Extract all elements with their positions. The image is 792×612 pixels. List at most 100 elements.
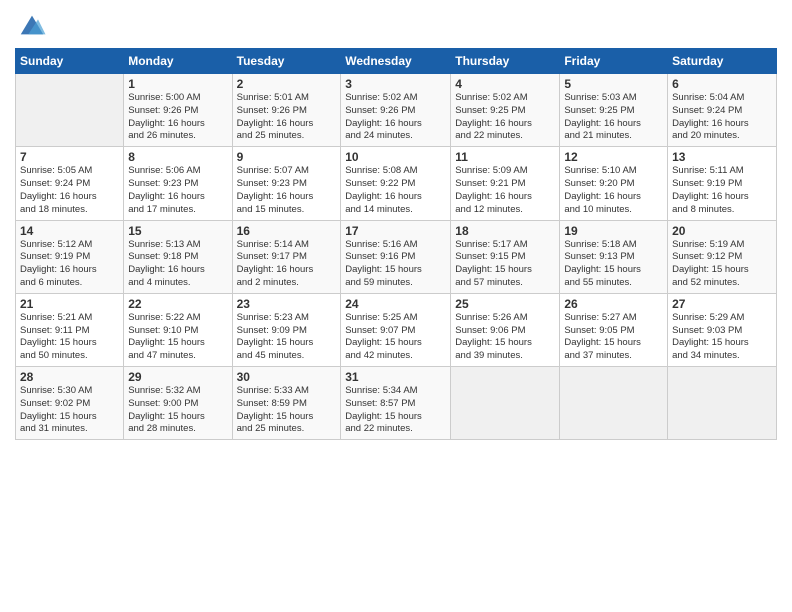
day-number: 6 — [672, 77, 772, 91]
day-info: Sunrise: 5:32 AM Sunset: 9:00 PM Dayligh… — [128, 385, 227, 436]
day-info: Sunrise: 5:01 AM Sunset: 9:26 PM Dayligh… — [237, 92, 337, 143]
calendar-cell: 24Sunrise: 5:25 AM Sunset: 9:07 PM Dayli… — [341, 293, 451, 366]
day-number: 2 — [237, 77, 337, 91]
day-number: 21 — [20, 297, 119, 311]
calendar-cell: 19Sunrise: 5:18 AM Sunset: 9:13 PM Dayli… — [560, 220, 668, 293]
calendar-cell: 5Sunrise: 5:03 AM Sunset: 9:25 PM Daylig… — [560, 74, 668, 147]
weekday-header-thursday: Thursday — [451, 49, 560, 74]
calendar-cell: 4Sunrise: 5:02 AM Sunset: 9:25 PM Daylig… — [451, 74, 560, 147]
calendar-cell: 16Sunrise: 5:14 AM Sunset: 9:17 PM Dayli… — [232, 220, 341, 293]
calendar-cell: 20Sunrise: 5:19 AM Sunset: 9:12 PM Dayli… — [668, 220, 777, 293]
calendar-cell: 10Sunrise: 5:08 AM Sunset: 9:22 PM Dayli… — [341, 147, 451, 220]
day-info: Sunrise: 5:23 AM Sunset: 9:09 PM Dayligh… — [237, 312, 337, 363]
calendar-cell: 14Sunrise: 5:12 AM Sunset: 9:19 PM Dayli… — [16, 220, 124, 293]
calendar-cell: 2Sunrise: 5:01 AM Sunset: 9:26 PM Daylig… — [232, 74, 341, 147]
day-info: Sunrise: 5:12 AM Sunset: 9:19 PM Dayligh… — [20, 239, 119, 290]
day-number: 18 — [455, 224, 555, 238]
calendar-cell: 21Sunrise: 5:21 AM Sunset: 9:11 PM Dayli… — [16, 293, 124, 366]
day-number: 25 — [455, 297, 555, 311]
calendar-table: SundayMondayTuesdayWednesdayThursdayFrid… — [15, 48, 777, 440]
day-number: 5 — [564, 77, 663, 91]
day-number: 30 — [237, 370, 337, 384]
day-info: Sunrise: 5:25 AM Sunset: 9:07 PM Dayligh… — [345, 312, 446, 363]
day-info: Sunrise: 5:14 AM Sunset: 9:17 PM Dayligh… — [237, 239, 337, 290]
calendar-cell: 12Sunrise: 5:10 AM Sunset: 9:20 PM Dayli… — [560, 147, 668, 220]
logo-icon — [17, 10, 47, 40]
calendar-week-1: 1Sunrise: 5:00 AM Sunset: 9:26 PM Daylig… — [16, 74, 777, 147]
weekday-header-sunday: Sunday — [16, 49, 124, 74]
day-info: Sunrise: 5:21 AM Sunset: 9:11 PM Dayligh… — [20, 312, 119, 363]
day-number: 7 — [20, 150, 119, 164]
day-number: 26 — [564, 297, 663, 311]
day-info: Sunrise: 5:33 AM Sunset: 8:59 PM Dayligh… — [237, 385, 337, 436]
calendar-cell: 7Sunrise: 5:05 AM Sunset: 9:24 PM Daylig… — [16, 147, 124, 220]
calendar-cell: 31Sunrise: 5:34 AM Sunset: 8:57 PM Dayli… — [341, 367, 451, 440]
day-info: Sunrise: 5:05 AM Sunset: 9:24 PM Dayligh… — [20, 165, 119, 216]
calendar-cell: 26Sunrise: 5:27 AM Sunset: 9:05 PM Dayli… — [560, 293, 668, 366]
calendar-cell: 30Sunrise: 5:33 AM Sunset: 8:59 PM Dayli… — [232, 367, 341, 440]
calendar-cell — [451, 367, 560, 440]
day-number: 3 — [345, 77, 446, 91]
day-info: Sunrise: 5:13 AM Sunset: 9:18 PM Dayligh… — [128, 239, 227, 290]
calendar-cell: 28Sunrise: 5:30 AM Sunset: 9:02 PM Dayli… — [16, 367, 124, 440]
calendar-cell: 3Sunrise: 5:02 AM Sunset: 9:26 PM Daylig… — [341, 74, 451, 147]
calendar-cell: 25Sunrise: 5:26 AM Sunset: 9:06 PM Dayli… — [451, 293, 560, 366]
day-number: 16 — [237, 224, 337, 238]
day-info: Sunrise: 5:34 AM Sunset: 8:57 PM Dayligh… — [345, 385, 446, 436]
day-number: 17 — [345, 224, 446, 238]
day-info: Sunrise: 5:09 AM Sunset: 9:21 PM Dayligh… — [455, 165, 555, 216]
calendar-week-5: 28Sunrise: 5:30 AM Sunset: 9:02 PM Dayli… — [16, 367, 777, 440]
day-number: 15 — [128, 224, 227, 238]
day-info: Sunrise: 5:08 AM Sunset: 9:22 PM Dayligh… — [345, 165, 446, 216]
day-number: 13 — [672, 150, 772, 164]
day-info: Sunrise: 5:29 AM Sunset: 9:03 PM Dayligh… — [672, 312, 772, 363]
day-number: 10 — [345, 150, 446, 164]
calendar-cell: 1Sunrise: 5:00 AM Sunset: 9:26 PM Daylig… — [124, 74, 232, 147]
day-number: 22 — [128, 297, 227, 311]
weekday-header-monday: Monday — [124, 49, 232, 74]
calendar-cell: 9Sunrise: 5:07 AM Sunset: 9:23 PM Daylig… — [232, 147, 341, 220]
weekday-header-tuesday: Tuesday — [232, 49, 341, 74]
day-info: Sunrise: 5:19 AM Sunset: 9:12 PM Dayligh… — [672, 239, 772, 290]
day-number: 29 — [128, 370, 227, 384]
calendar-cell: 11Sunrise: 5:09 AM Sunset: 9:21 PM Dayli… — [451, 147, 560, 220]
calendar-cell: 23Sunrise: 5:23 AM Sunset: 9:09 PM Dayli… — [232, 293, 341, 366]
day-info: Sunrise: 5:17 AM Sunset: 9:15 PM Dayligh… — [455, 239, 555, 290]
calendar-week-4: 21Sunrise: 5:21 AM Sunset: 9:11 PM Dayli… — [16, 293, 777, 366]
day-number: 23 — [237, 297, 337, 311]
calendar-cell: 15Sunrise: 5:13 AM Sunset: 9:18 PM Dayli… — [124, 220, 232, 293]
day-number: 28 — [20, 370, 119, 384]
day-info: Sunrise: 5:02 AM Sunset: 9:25 PM Dayligh… — [455, 92, 555, 143]
day-info: Sunrise: 5:10 AM Sunset: 9:20 PM Dayligh… — [564, 165, 663, 216]
calendar-week-2: 7Sunrise: 5:05 AM Sunset: 9:24 PM Daylig… — [16, 147, 777, 220]
day-info: Sunrise: 5:27 AM Sunset: 9:05 PM Dayligh… — [564, 312, 663, 363]
day-number: 14 — [20, 224, 119, 238]
calendar-cell — [668, 367, 777, 440]
day-number: 31 — [345, 370, 446, 384]
calendar-week-3: 14Sunrise: 5:12 AM Sunset: 9:19 PM Dayli… — [16, 220, 777, 293]
weekday-header-saturday: Saturday — [668, 49, 777, 74]
day-info: Sunrise: 5:07 AM Sunset: 9:23 PM Dayligh… — [237, 165, 337, 216]
day-info: Sunrise: 5:03 AM Sunset: 9:25 PM Dayligh… — [564, 92, 663, 143]
day-number: 27 — [672, 297, 772, 311]
day-number: 8 — [128, 150, 227, 164]
weekday-header-friday: Friday — [560, 49, 668, 74]
day-info: Sunrise: 5:30 AM Sunset: 9:02 PM Dayligh… — [20, 385, 119, 436]
weekday-row: SundayMondayTuesdayWednesdayThursdayFrid… — [16, 49, 777, 74]
day-info: Sunrise: 5:02 AM Sunset: 9:26 PM Dayligh… — [345, 92, 446, 143]
day-number: 20 — [672, 224, 772, 238]
calendar-cell: 27Sunrise: 5:29 AM Sunset: 9:03 PM Dayli… — [668, 293, 777, 366]
day-number: 9 — [237, 150, 337, 164]
calendar-cell: 8Sunrise: 5:06 AM Sunset: 9:23 PM Daylig… — [124, 147, 232, 220]
logo — [15, 10, 47, 40]
calendar-cell: 6Sunrise: 5:04 AM Sunset: 9:24 PM Daylig… — [668, 74, 777, 147]
calendar-cell: 17Sunrise: 5:16 AM Sunset: 9:16 PM Dayli… — [341, 220, 451, 293]
calendar-cell: 22Sunrise: 5:22 AM Sunset: 9:10 PM Dayli… — [124, 293, 232, 366]
day-info: Sunrise: 5:22 AM Sunset: 9:10 PM Dayligh… — [128, 312, 227, 363]
weekday-header-wednesday: Wednesday — [341, 49, 451, 74]
day-number: 11 — [455, 150, 555, 164]
header — [15, 10, 777, 40]
day-info: Sunrise: 5:18 AM Sunset: 9:13 PM Dayligh… — [564, 239, 663, 290]
day-number: 19 — [564, 224, 663, 238]
calendar-cell — [16, 74, 124, 147]
